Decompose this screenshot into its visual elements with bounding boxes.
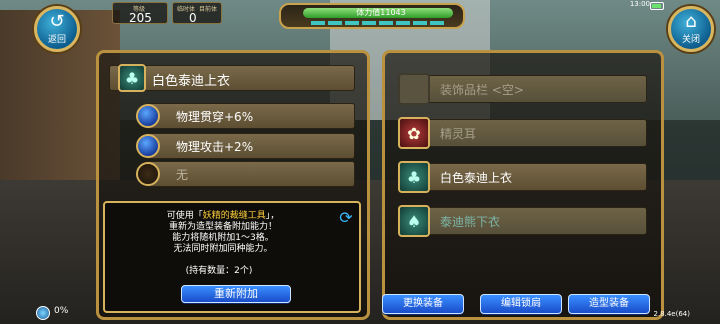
attribute-label: 物理贯穿+6% bbox=[176, 110, 254, 124]
attribute-row-1: 物理贯穿+6% bbox=[136, 103, 355, 129]
teddy-top-icon: ♣ bbox=[398, 161, 430, 193]
close-label: 关闭 bbox=[681, 35, 700, 45]
slot-teddy-top[interactable]: ♣ 白色泰迪上衣 bbox=[398, 161, 647, 193]
battery-icon bbox=[650, 2, 664, 10]
edit-lock-button[interactable]: 编辑锁扃 bbox=[480, 294, 562, 314]
slot-label: 白色泰迪上衣 bbox=[440, 171, 513, 185]
slot-label: 泰迪熊下衣 bbox=[440, 215, 501, 229]
stamina-bar-frame: 体力值11043 bbox=[279, 3, 465, 29]
second-caption: 目前体 bbox=[199, 6, 218, 13]
attribute-label: 无 bbox=[176, 168, 189, 182]
slot-teddy-bottom[interactable]: ♠ 泰迪熊下衣 bbox=[398, 205, 647, 237]
item-name: 白色泰迪上衣 bbox=[152, 74, 231, 89]
owned-count: (持有数量：2个) bbox=[185, 266, 253, 276]
progress-icon bbox=[36, 306, 50, 320]
attribute-row-3: 无 bbox=[136, 161, 355, 187]
blue-orb-icon bbox=[136, 134, 160, 158]
teddy-bottom-icon: ♠ bbox=[398, 205, 430, 237]
slot-label: 装饰品栏 <空> bbox=[440, 83, 524, 97]
close-button[interactable]: ⌂ 关闭 bbox=[668, 6, 714, 52]
teddy-top-icon: ♣ bbox=[118, 64, 146, 92]
reattach-button[interactable]: 重新附加 bbox=[181, 285, 291, 303]
secondary-stat-box: 临时体 目前体 0 bbox=[172, 2, 222, 25]
costume-equipment-button[interactable]: 造型装备 bbox=[568, 294, 650, 314]
back-button[interactable]: ↺ 返回 bbox=[34, 6, 80, 52]
item-detail-panel: ♣ 白色泰迪上衣 物理贯穿+6% 物理攻击+2% 无 ⟳ 可使用「妖精的裁缝工具… bbox=[96, 50, 370, 320]
second-value: 0 bbox=[189, 11, 197, 25]
home-icon: ⌂ bbox=[685, 11, 697, 32]
change-equipment-button[interactable]: 更换装备 bbox=[382, 294, 464, 314]
description-text: 可使用「妖精的裁缝工具」， 重新为造型装备附加能力！ 能力将随机附加1～3格。 … bbox=[166, 211, 280, 254]
empty-slot-icon bbox=[398, 73, 430, 105]
attribute-row-2: 物理攻击+2% bbox=[136, 133, 355, 159]
red-ribbon-icon: ✿ bbox=[398, 117, 430, 149]
back-arrow-icon: ↺ bbox=[49, 11, 65, 32]
empty-orb-icon bbox=[136, 162, 160, 186]
blue-orb-icon bbox=[136, 104, 160, 128]
stamina-text: 体力值11043 bbox=[356, 8, 406, 17]
level-box: 等级 205 bbox=[112, 2, 168, 25]
back-label: 返回 bbox=[47, 35, 66, 45]
reattach-description-box: ⟳ 可使用「妖精的裁缝工具」， 重新为造型装备附加能力！ 能力将随机附加1～3格… bbox=[103, 201, 361, 313]
slot-elf-ear[interactable]: ✿ 精灵耳 bbox=[398, 117, 647, 149]
refresh-icon[interactable]: ⟳ bbox=[337, 209, 355, 227]
tool-name: 妖精的裁缝工具 bbox=[202, 211, 266, 221]
system-time: 13:00 bbox=[629, 0, 650, 8]
slot-label: 精灵耳 bbox=[440, 127, 477, 141]
attribute-label: 物理攻击+2% bbox=[176, 140, 254, 154]
item-title-row: ♣ 白色泰迪上衣 bbox=[109, 64, 355, 92]
progress-percent: 0% bbox=[54, 306, 69, 316]
version-text: 2.8.4e(64) bbox=[653, 310, 691, 318]
level-value: 205 bbox=[129, 11, 152, 25]
slot-accessory[interactable]: 装饰品栏 <空> bbox=[398, 73, 647, 105]
equipment-slots-panel: 装饰品栏 <空> ✿ 精灵耳 ♣ 白色泰迪上衣 ♠ 泰迪熊下衣 bbox=[382, 50, 664, 320]
stamina-segments bbox=[311, 21, 444, 25]
